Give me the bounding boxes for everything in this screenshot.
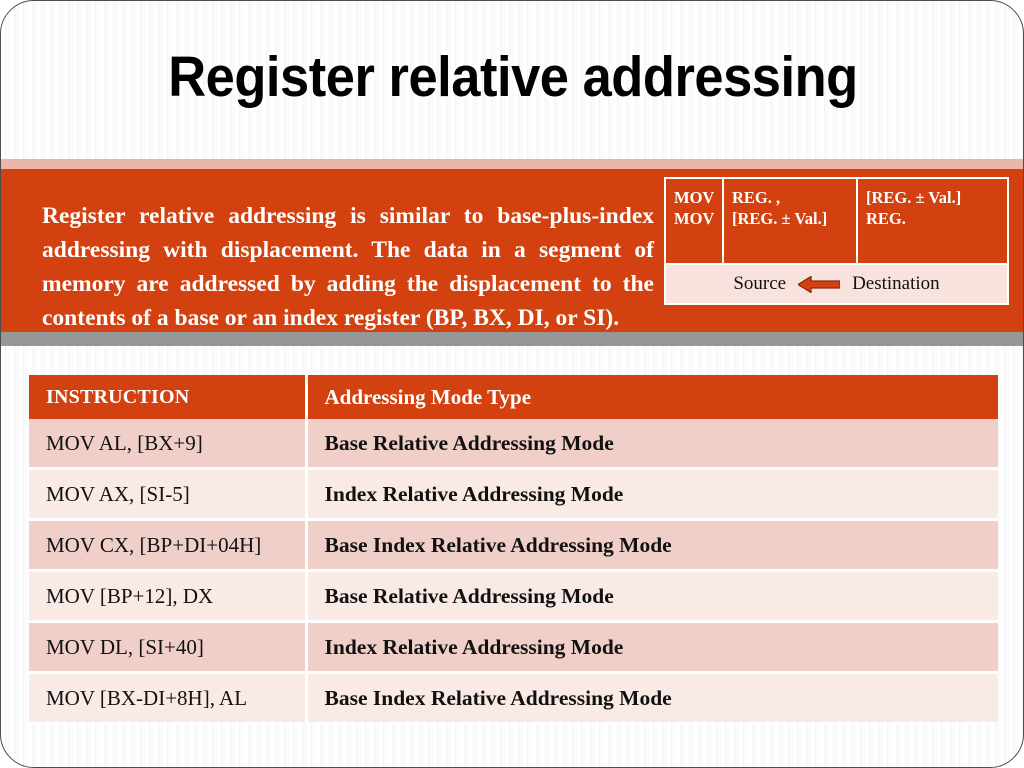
- syntax-diagram-footer: Source Destination: [666, 263, 1007, 303]
- syntax-source-line-2: [REG. ± Val.]: [732, 209, 828, 228]
- syntax-operation-cell: MOV MOV: [666, 179, 724, 263]
- arrow-left-icon: [798, 275, 841, 293]
- pink-divider-band: [1, 159, 1023, 169]
- syntax-destination-cell: [REG. ± Val.] REG.: [858, 179, 1007, 263]
- cell-mode-type: Base Index Relative Addressing Mode: [306, 672, 998, 722]
- table-row: MOV DL, [SI+40] Index Relative Addressin…: [29, 621, 998, 674]
- cell-instruction: MOV AX, [SI-5]: [29, 468, 308, 521]
- syntax-source-line-1: REG. ,: [732, 188, 781, 207]
- source-label: Source: [733, 273, 787, 294]
- cell-mode-type: Index Relative Addressing Mode: [306, 468, 998, 521]
- syntax-diagram: MOV MOV REG. , [REG. ± Val.] [REG. ± Val…: [664, 177, 1009, 305]
- table-row: MOV CX, [BP+DI+04H] Base Index Relative …: [29, 519, 998, 572]
- cell-mode-type: Base Index Relative Addressing Mode: [306, 519, 998, 572]
- cell-mode-type: Index Relative Addressing Mode: [306, 621, 998, 674]
- syntax-diagram-row: MOV MOV REG. , [REG. ± Val.] [REG. ± Val…: [666, 179, 1007, 263]
- cell-instruction: MOV DL, [SI+40]: [29, 621, 308, 674]
- table-row: MOV [BX-DI+8H], AL Base Index Relative A…: [29, 672, 998, 722]
- slide-canvas: Register relative addressing Register re…: [0, 0, 1024, 768]
- addressing-modes-table: INSTRUCTION Addressing Mode Type MOV AL,…: [29, 375, 998, 722]
- syntax-destination-line-1: [REG. ± Val.]: [866, 188, 962, 207]
- column-header-instruction: INSTRUCTION: [29, 375, 308, 419]
- cell-instruction: MOV [BX-DI+8H], AL: [29, 672, 308, 722]
- table-row: MOV [BP+12], DX Base Relative Addressing…: [29, 570, 998, 623]
- syntax-source-cell: REG. , [REG. ± Val.]: [724, 179, 858, 263]
- syntax-operation-line-2: MOV: [674, 209, 715, 228]
- column-header-mode-type: Addressing Mode Type: [306, 375, 998, 419]
- syntax-operation-line-1: MOV: [674, 188, 715, 207]
- title-area: Register relative addressing: [1, 43, 1023, 153]
- cell-instruction: MOV [BP+12], DX: [29, 570, 308, 623]
- page-title: Register relative addressing: [168, 45, 858, 109]
- destination-label: Destination: [852, 273, 940, 294]
- syntax-destination-line-2: REG.: [866, 209, 906, 228]
- cell-instruction: MOV CX, [BP+DI+04H]: [29, 519, 308, 572]
- cell-mode-type: Base Relative Addressing Mode: [306, 419, 998, 470]
- body-paragraph: Register relative addressing is similar …: [42, 202, 654, 331]
- cell-mode-type: Base Relative Addressing Mode: [306, 570, 998, 623]
- table-header-row: INSTRUCTION Addressing Mode Type: [29, 375, 998, 419]
- table-row: MOV AL, [BX+9] Base Relative Addressing …: [29, 419, 998, 470]
- cell-instruction: MOV AL, [BX+9]: [29, 419, 308, 470]
- table-row: MOV AX, [SI-5] Index Relative Addressing…: [29, 468, 998, 521]
